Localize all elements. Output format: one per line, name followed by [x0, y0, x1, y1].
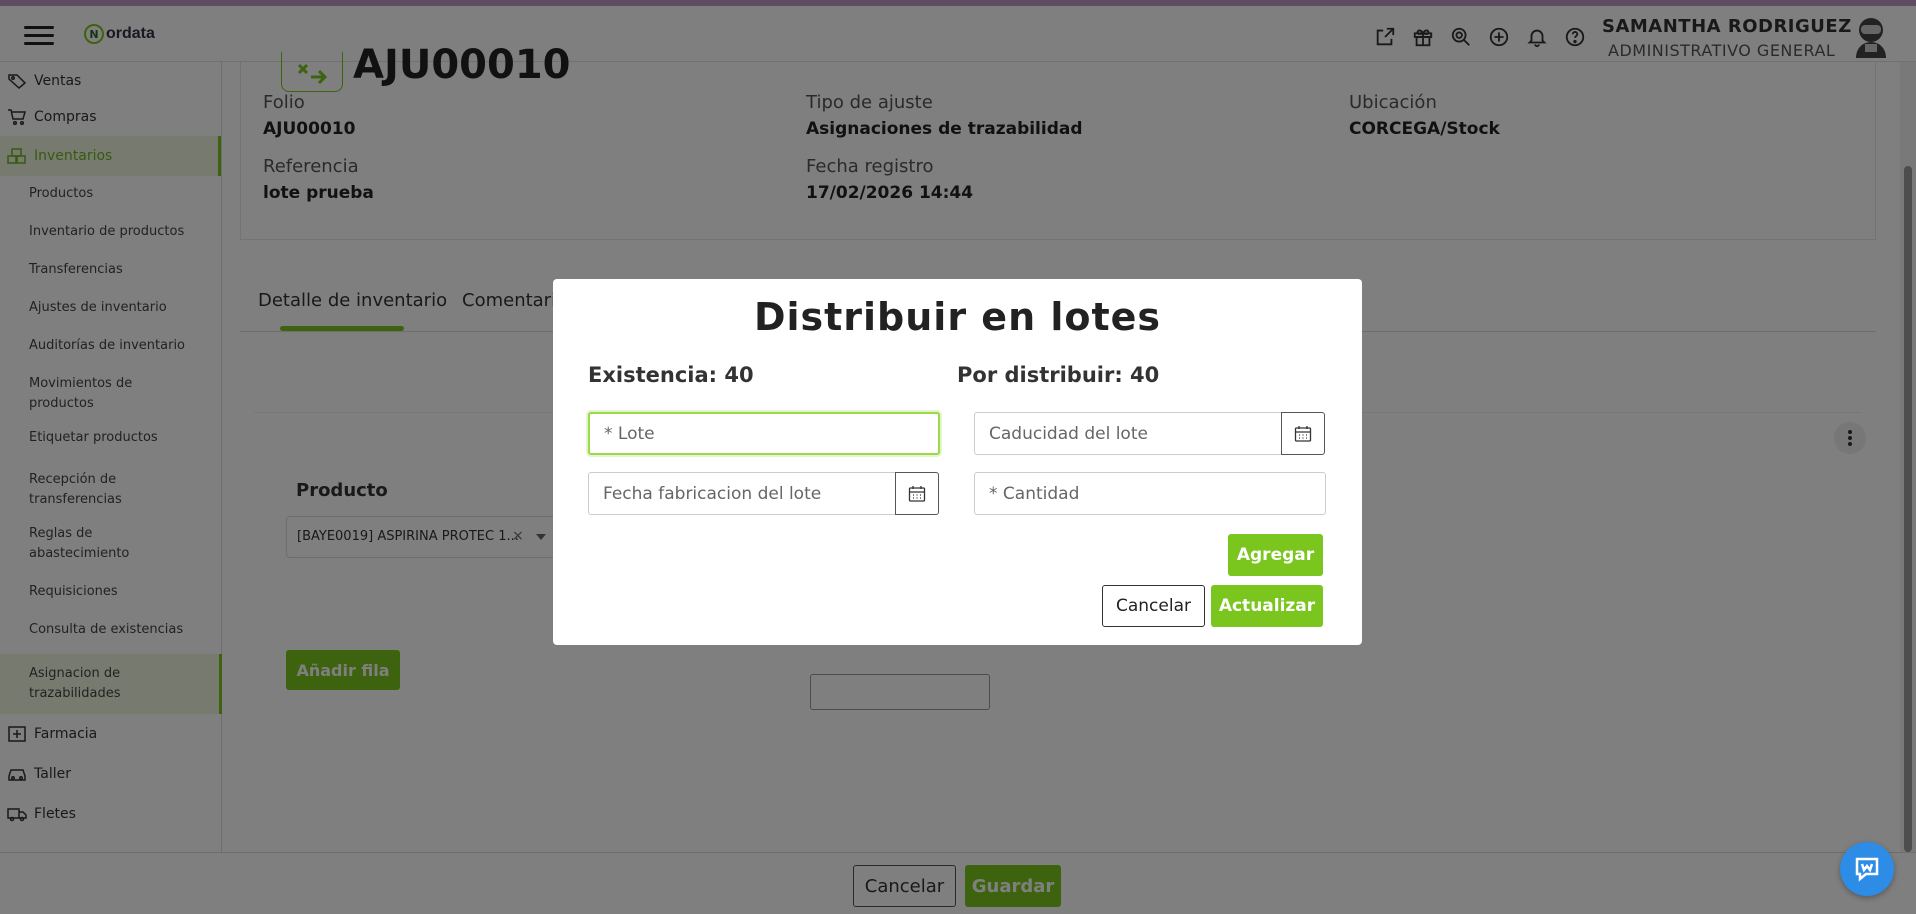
caducidad-input[interactable] [974, 412, 1282, 455]
existencia-label: Existencia: 40 [588, 363, 754, 387]
por-distribuir-label: Por distribuir: 40 [957, 363, 1160, 387]
dialog-cancel-button[interactable]: Cancelar [1102, 585, 1205, 627]
agregar-button[interactable]: Agregar [1228, 534, 1323, 576]
fabricacion-calendar-button[interactable] [895, 472, 939, 515]
calendar-icon [1294, 425, 1312, 442]
calendar-icon [908, 485, 926, 502]
fabricacion-input[interactable] [588, 472, 896, 515]
dialog-title: Distribuir en lotes [753, 295, 1162, 339]
distribute-lots-dialog: Distribuir en lotes Existencia: 40 Por d… [553, 279, 1362, 645]
actualizar-button[interactable]: Actualizar [1211, 585, 1323, 627]
caducidad-calendar-button[interactable] [1281, 412, 1325, 455]
cantidad-input[interactable] [974, 472, 1326, 515]
lote-input[interactable] [588, 412, 940, 455]
chat-bubble-icon[interactable] [1840, 842, 1894, 896]
